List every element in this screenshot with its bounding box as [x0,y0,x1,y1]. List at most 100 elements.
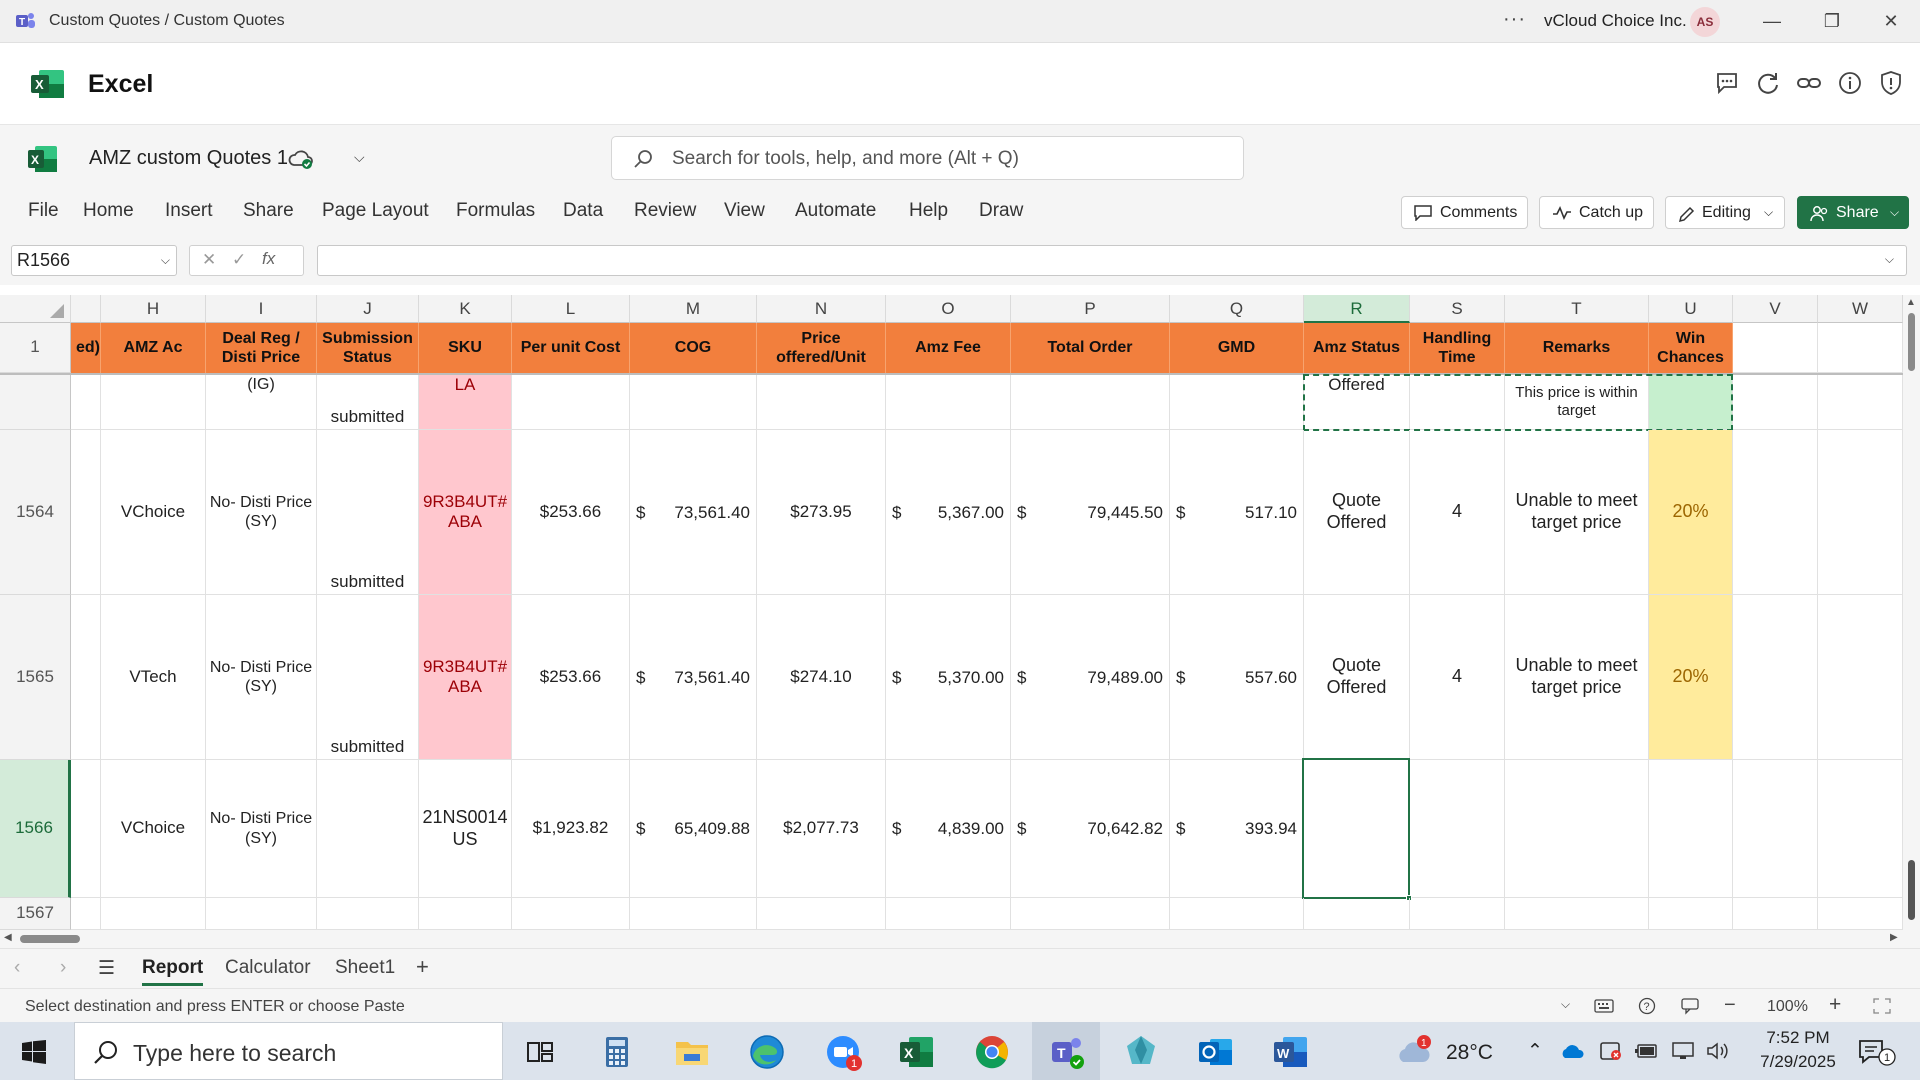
table-cell[interactable]: submitted [317,375,419,430]
header-cell-g[interactable]: ed) [71,323,101,373]
table-cell[interactable] [71,430,101,595]
table-cell[interactable]: VChoice [101,430,206,595]
table-cell[interactable] [1733,898,1818,930]
chat-icon[interactable] [1714,70,1740,96]
table-cell[interactable] [1733,760,1818,898]
weather-temperature[interactable]: 28°C [1446,1041,1493,1065]
prev-sheet-icon[interactable]: ‹ [14,957,20,979]
table-cell[interactable] [419,898,512,930]
tab-report[interactable]: Report [142,957,204,986]
table-cell[interactable] [512,898,630,930]
table-cell[interactable]: Unable to meet target price [1505,595,1649,760]
restore-button[interactable]: ❐ [1812,6,1852,36]
shield-icon[interactable] [1878,70,1904,96]
table-cell[interactable] [1733,430,1818,595]
menu-automate[interactable]: Automate [795,200,876,222]
zoom-out-button[interactable]: − [1724,994,1736,1017]
table-cell[interactable] [1410,898,1505,930]
editing-mode-button[interactable]: Editing ⌵ [1665,196,1785,229]
scroll-position-thumb[interactable] [1908,860,1915,920]
column-header-o[interactable]: O [886,295,1011,323]
gem-app-icon[interactable] [1121,1032,1161,1072]
excel-taskbar-icon[interactable]: X [897,1032,937,1072]
tab-sheet1[interactable]: Sheet1 [335,957,395,979]
table-cell[interactable] [71,595,101,760]
row-header-1[interactable]: 1 [0,323,71,373]
table-cell[interactable] [101,375,206,430]
column-header-v[interactable]: V [1733,295,1818,323]
taskbar-search-box[interactable]: Type here to search [74,1022,503,1080]
all-sheets-icon[interactable]: ☰ [98,957,115,980]
row-header-1565[interactable]: 1565 [0,595,71,760]
table-cell[interactable] [1410,760,1505,898]
table-cell[interactable]: $ 73,561.40 [630,595,757,760]
column-header-m[interactable]: M [630,295,757,323]
chevron-down-icon[interactable]: ⌵ [161,246,170,275]
table-cell[interactable]: $1,923.82 [512,760,630,898]
catch-up-button[interactable]: Catch up [1539,196,1654,229]
avatar[interactable]: AS [1690,7,1720,37]
table-cell[interactable]: Quote Offered [1304,430,1410,595]
table-cell[interactable]: $ 79,489.00 [1011,595,1170,760]
link-icon[interactable] [1796,70,1822,96]
table-cell[interactable] [206,898,317,930]
next-sheet-icon[interactable]: › [60,957,66,979]
table-cell[interactable] [1011,898,1170,930]
taskbar-search-input[interactable]: Type here to search [133,1040,336,1067]
add-sheet-button[interactable]: + [416,954,429,980]
table-cell[interactable] [1649,760,1733,898]
table-cell[interactable]: 4 [1410,430,1505,595]
column-header-n[interactable]: N [757,295,886,323]
network-icon[interactable] [1670,1041,1696,1061]
column-header-j[interactable]: J [317,295,419,323]
minimize-button[interactable]: — [1752,6,1792,36]
zoom-in-button[interactable]: + [1829,993,1841,1017]
table-cell[interactable]: 9R3B4UT# ABA [419,430,512,595]
header-total-order[interactable]: Total Order [1011,323,1170,373]
fullscreen-icon[interactable] [1873,998,1891,1014]
chevron-down-icon[interactable]: ⌵ [354,149,365,166]
menu-formulas[interactable]: Formulas [456,200,535,222]
table-cell[interactable]: Quote Offered [1304,595,1410,760]
header-cog[interactable]: COG [630,323,757,373]
column-header-i[interactable]: I [206,295,317,323]
menu-help[interactable]: Help [909,200,948,222]
column-header-p[interactable]: P [1011,295,1170,323]
table-cell[interactable]: 20% [1649,595,1733,760]
word-icon[interactable]: W [1271,1032,1311,1072]
scroll-left-icon[interactable]: ◀ [4,932,12,943]
table-cell[interactable] [71,375,101,430]
search-box[interactable]: Search for tools, help, and more (Alt + … [611,136,1244,180]
chrome-icon[interactable] [972,1032,1012,1072]
volume-icon[interactable] [1706,1041,1730,1061]
table-cell[interactable]: $ 70,642.82 [1011,760,1170,898]
table-cell[interactable]: 9R3B4UT# ABA [419,595,512,760]
table-cell[interactable] [317,760,419,898]
table-cell[interactable] [101,898,206,930]
horizontal-scrollbar[interactable]: ◀ ▶ [0,930,1920,948]
table-cell[interactable] [512,375,630,430]
row-header-1564[interactable]: 1564 [0,430,71,595]
horizontal-scroll-thumb[interactable] [20,935,80,943]
document-name[interactable]: AMZ custom Quotes 1 [89,147,288,170]
table-cell[interactable] [1170,375,1304,430]
onedrive-icon[interactable] [1560,1042,1586,1060]
table-cell[interactable] [1170,898,1304,930]
header-deal-reg[interactable]: Deal Reg / Disti Price [206,323,317,373]
windows-start-icon[interactable] [22,1040,46,1064]
keyboard-icon[interactable] [1594,999,1614,1013]
vertical-scroll-thumb[interactable] [1908,313,1915,371]
table-cell[interactable]: No- Disti Price (SY) [206,430,317,595]
comments-button[interactable]: Comments [1401,196,1528,229]
table-cell[interactable] [630,375,757,430]
tab-calculator[interactable]: Calculator [225,957,311,979]
scroll-up-icon[interactable]: ▲ [1906,297,1916,308]
column-header-u[interactable]: U [1649,295,1733,323]
menu-page-layout[interactable]: Page Layout [322,200,429,222]
table-cell[interactable] [1304,898,1410,930]
chevron-down-icon[interactable]: ⌵ [1885,252,1894,267]
table-cell[interactable] [1733,375,1818,430]
calculator-icon[interactable] [597,1032,637,1072]
task-view-icon[interactable] [520,1032,560,1072]
battery-icon[interactable] [1634,1042,1660,1060]
